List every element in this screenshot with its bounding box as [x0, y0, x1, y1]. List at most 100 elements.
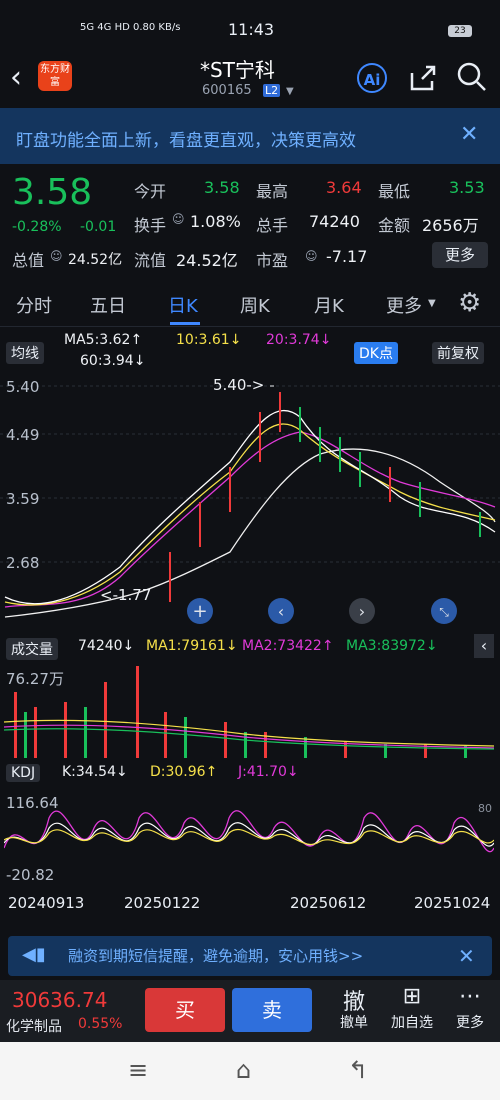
index-change: 0.55%: [78, 1016, 123, 1032]
tab-more[interactable]: 更多: [386, 292, 422, 318]
cancel-order-button[interactable]: 撤 撤单: [330, 984, 378, 1032]
period-tabs: 分时 五日 日K 周K 月K 更多 ▼ ⚙: [0, 284, 500, 327]
quote-panel: 3.58 -0.28% -0.01 今开 3.58 最高 3.64 最低 3.5…: [0, 164, 500, 284]
float-label: 流值: [134, 251, 167, 270]
vol-ma2: MA2:73422↑: [242, 638, 334, 654]
ma10-legend: 10:3.61↓: [176, 332, 242, 348]
mktcap-label: 总值: [12, 251, 45, 270]
menu-icon[interactable]: ≡: [128, 1056, 148, 1084]
collapse-icon[interactable]: ‹: [474, 634, 494, 658]
svg-text:›: ›: [359, 602, 365, 621]
tab-monthly-k[interactable]: 月K: [314, 292, 344, 318]
open-label: 今开: [134, 182, 167, 201]
kdj-chart: [4, 810, 494, 853]
signal-indicators: 5G 4G HD 0.80 KB/s: [80, 22, 181, 33]
ma-button[interactable]: 均线: [6, 342, 44, 364]
buy-button[interactable]: 买: [145, 988, 225, 1032]
more-label: 更多: [456, 1015, 484, 1031]
financing-notice[interactable]: ◀▮ 融资到期短信提醒，避免逾期，安心用钱>> ✕: [8, 936, 492, 976]
adjust-button[interactable]: 前复权: [432, 342, 484, 364]
high-label: 最高: [256, 182, 289, 201]
mktcap-value: 24.52亿: [68, 252, 123, 268]
info-icon[interactable]: ☺: [305, 249, 318, 263]
tab-five-day[interactable]: 五日: [90, 292, 126, 318]
index-name: 化学制品: [6, 1019, 62, 1035]
tab-intraday[interactable]: 分时: [16, 292, 52, 318]
turnover-value: 1.08%: [190, 212, 241, 231]
cancel-label: 撤单: [340, 1015, 368, 1031]
current-price: 3.58: [12, 172, 93, 213]
close-icon[interactable]: ✕: [458, 944, 475, 968]
notice-text: 融资到期短信提醒，避免逾期，安心用钱>>: [68, 947, 364, 965]
amount-value: 2656万: [422, 216, 479, 235]
y-axis-mid: 4.49: [6, 426, 40, 444]
info-icon[interactable]: ☺: [50, 249, 63, 263]
amount-label: 金额: [378, 216, 411, 235]
banner-text: 盯盘功能全面上新，看盘更直观，决策更高效: [16, 131, 356, 151]
back-nav-icon[interactable]: ↰: [348, 1056, 368, 1084]
level-badge[interactable]: L2: [263, 84, 281, 97]
ma5-legend: MA5:3.62↑: [64, 332, 143, 348]
clock: 11:43: [228, 20, 275, 39]
kdj-y-min: -20.82: [6, 866, 55, 884]
active-tab-indicator: [170, 322, 200, 325]
kdj-k: K:34.54↓: [62, 764, 128, 780]
more-actions-button[interactable]: ⋯ 更多: [446, 984, 494, 1032]
pe-value: -7.17: [326, 247, 368, 266]
index-value[interactable]: 30636.74: [12, 988, 107, 1012]
ai-button[interactable]: Ai: [357, 63, 387, 93]
gear-icon[interactable]: ⚙: [458, 288, 481, 318]
high-value: 3.64: [326, 178, 362, 197]
dk-point-button[interactable]: DK点: [354, 342, 398, 364]
max-price-marker: 5.40->: [213, 376, 265, 394]
battery-icon: 23: [448, 25, 472, 37]
stock-title: *ST宁科: [200, 58, 275, 82]
title-bar: ‹ 东方财富 *ST宁科 600165 L2 ▼ Ai: [0, 46, 500, 108]
change-percent: -0.28%: [12, 219, 62, 235]
pe-label: 市盈: [256, 251, 289, 270]
open-value: 3.58: [204, 178, 240, 197]
home-icon[interactable]: ⌂: [236, 1056, 251, 1084]
volume-value: 74240: [309, 212, 360, 231]
tab-weekly-k[interactable]: 周K: [240, 292, 270, 318]
ma20-legend: 20:3.74↓: [266, 332, 332, 348]
status-bar: 5G 4G HD 0.80 KB/s 11:43 23: [0, 0, 500, 46]
add-watchlist-button[interactable]: ⊞ 加自选: [388, 984, 436, 1032]
more-button[interactable]: 更多: [432, 242, 488, 268]
min-price-marker: <-1.77: [100, 586, 152, 604]
promo-banner[interactable]: 盯盘功能全面上新，看盘更直观，决策更高效 ✕: [0, 108, 500, 164]
system-nav-bar: ≡ ⌂ ↰: [0, 1042, 500, 1100]
sell-button[interactable]: 卖: [232, 988, 312, 1032]
cancel-icon: 撤: [342, 990, 365, 1015]
share-icon[interactable]: [408, 63, 438, 93]
volume-label: 总手: [256, 216, 289, 235]
chevron-down-icon[interactable]: ▼: [428, 298, 436, 309]
add-label: 加自选: [391, 1015, 433, 1031]
chevron-down-icon[interactable]: ▼: [286, 86, 294, 97]
svg-text:‹: ‹: [278, 602, 284, 621]
volume-indicator-button[interactable]: 成交量: [6, 638, 58, 660]
float-value: 24.52亿: [176, 251, 238, 270]
date-label: 20240913: [8, 894, 85, 912]
change-value: -0.01: [80, 219, 117, 235]
volume-value: 74240↓: [78, 638, 135, 654]
trade-bar: 30636.74 化学制品 0.55% 买 卖 撤 撤单 ⊞ 加自选 ⋯ 更多: [0, 980, 500, 1042]
close-icon[interactable]: ✕: [460, 122, 478, 147]
y-axis-low: 3.59: [6, 490, 40, 508]
plus-icon: ⊞: [402, 984, 422, 1009]
chart-area: 均线 MA5:3.62↑ 10:3.61↓ 20:3.74↓ 60:3.94↓ …: [0, 328, 500, 926]
more-dots-icon: ⋯: [459, 984, 481, 1009]
vol-ma3: MA3:83972↓: [346, 638, 438, 654]
search-icon[interactable]: [456, 61, 488, 93]
svg-text:⤡: ⤡: [439, 605, 449, 619]
info-icon[interactable]: ☺: [172, 212, 185, 226]
app-logo: 东方财富: [38, 61, 72, 91]
megaphone-icon: ◀▮: [22, 944, 46, 965]
tab-daily-k[interactable]: 日K: [168, 292, 198, 318]
kdj-indicator-button[interactable]: KDJ: [6, 764, 41, 782]
volume-chart: [4, 666, 494, 758]
ma60-legend: 60:3.94↓: [80, 353, 146, 369]
kline-chart[interactable]: + ‹ › ⤡: [0, 372, 500, 634]
kdj-j: J:41.70↓: [238, 764, 299, 780]
back-icon[interactable]: ‹: [10, 60, 22, 95]
